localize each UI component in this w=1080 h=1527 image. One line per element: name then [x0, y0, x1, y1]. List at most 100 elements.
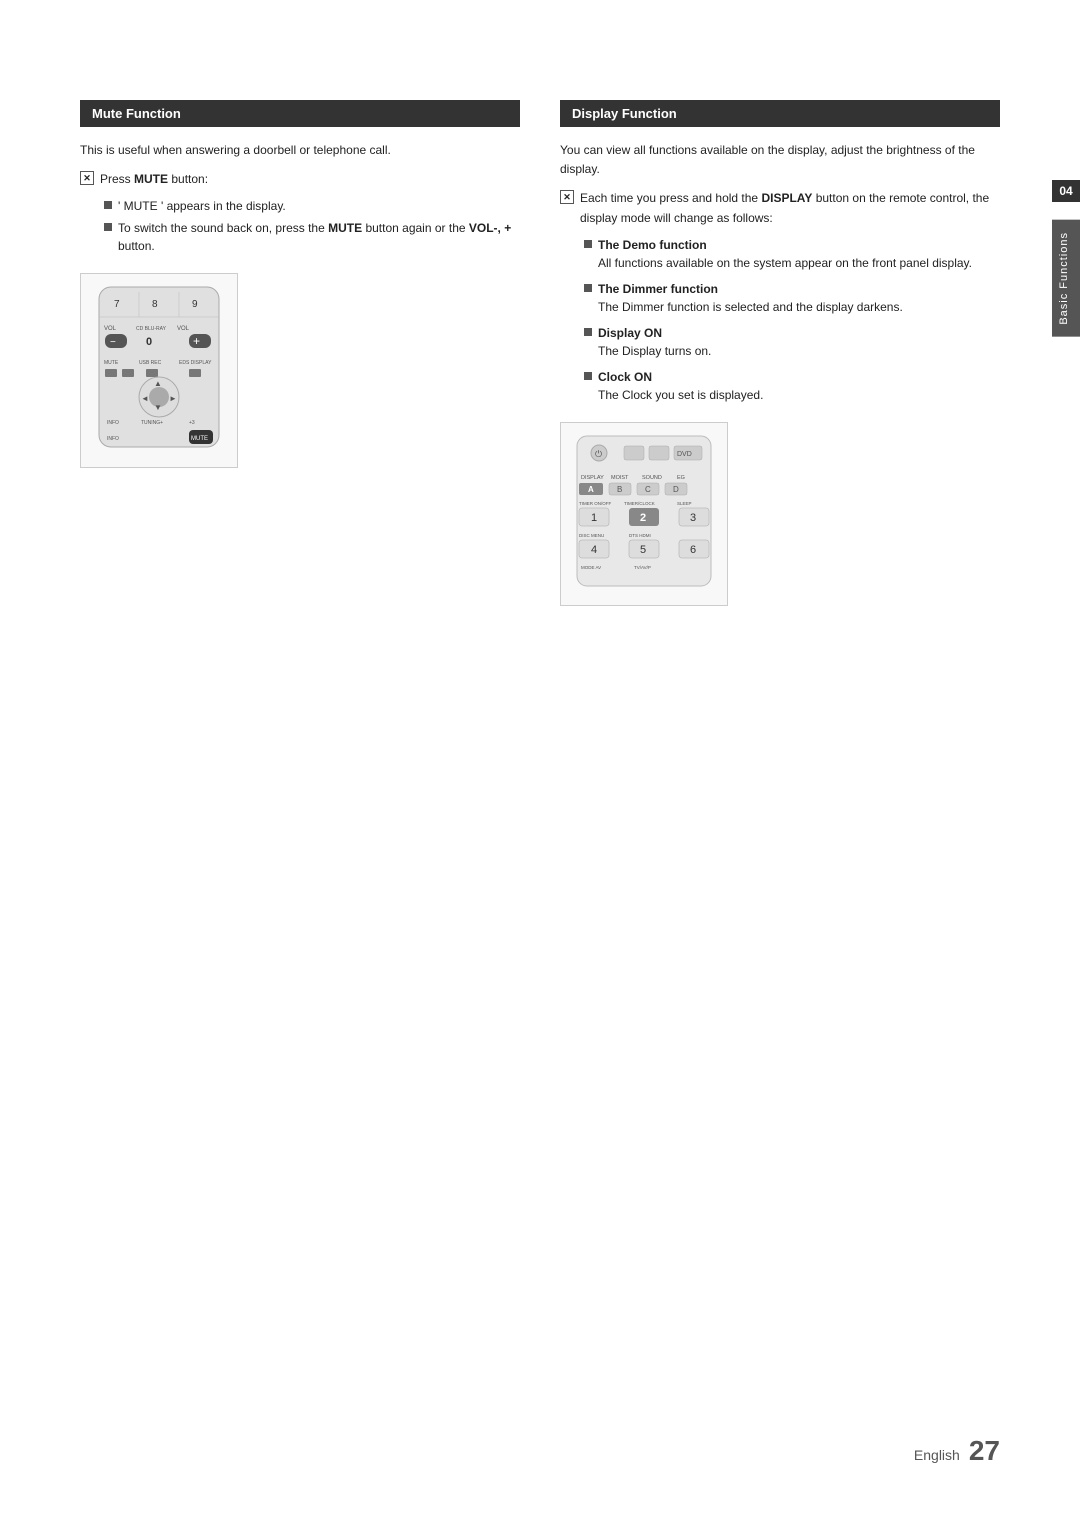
svg-text:USB REC: USB REC [139, 360, 162, 366]
display-section: Display Function You can view all functi… [560, 100, 1000, 606]
display-bold: DISPLAY [761, 191, 812, 205]
feature-demo-content: The Demo function All functions availabl… [598, 236, 972, 272]
feature-demo: The Demo function All functions availabl… [584, 236, 1000, 272]
display-on-desc: The Display turns on. [598, 344, 711, 358]
svg-text:SOUND: SOUND [642, 475, 662, 481]
svg-text:+3: +3 [189, 420, 195, 426]
dimmer-title: The Dimmer function [598, 282, 718, 296]
mute-section: Mute Function This is useful when answer… [80, 100, 520, 606]
clock-on-desc: The Clock you set is displayed. [598, 388, 763, 402]
svg-text:MUTE: MUTE [104, 360, 119, 366]
sub-bullet-1 [104, 201, 112, 209]
mute-step1-text: Press MUTE button: [100, 170, 208, 189]
svg-text:5: 5 [640, 544, 646, 556]
mute-sub-item-2: To switch the sound back on, press the M… [104, 219, 520, 255]
svg-text:►: ► [169, 394, 177, 403]
svg-text:+: + [193, 334, 200, 348]
chapter-label: Basic Functions [1052, 220, 1080, 337]
mute-section-body: This is useful when answering a doorbell… [80, 141, 520, 468]
svg-text:1: 1 [591, 512, 597, 524]
svg-text:DISPLAY: DISPLAY [581, 475, 604, 481]
mute-bold-2: MUTE [328, 221, 362, 235]
mute-step1: Press MUTE button: [80, 170, 520, 189]
feature-display-on: Display ON The Display turns on. [584, 324, 1000, 360]
svg-text:3: 3 [690, 512, 696, 524]
display-remote-image: ⏻ DVD DISPLAY MOIST SOUND EG A [560, 422, 728, 606]
svg-text:VOL: VOL [104, 326, 117, 332]
svg-text:6: 6 [690, 544, 696, 556]
bullet-demo [584, 240, 592, 248]
svg-text:MOIST: MOIST [611, 475, 629, 481]
mute-sub-item-1: ' MUTE ' appears in the display. [104, 197, 520, 215]
display-intro: You can view all functions available on … [560, 141, 1000, 179]
mute-section-header: Mute Function [80, 100, 520, 127]
svg-text:A: A [588, 485, 594, 494]
svg-text:VOL: VOL [177, 326, 190, 332]
svg-text:TIMER/CLOCK: TIMER/CLOCK [624, 501, 655, 506]
svg-text:TV/AV/P: TV/AV/P [634, 565, 651, 570]
svg-text:D: D [673, 485, 679, 494]
sub-bullet-2 [104, 223, 112, 231]
bullet-clock-on [584, 372, 592, 380]
bullet-display-on [584, 328, 592, 336]
mute-checkbox [80, 171, 94, 185]
display-step1: Each time you press and hold the DISPLAY… [560, 189, 1000, 227]
footer-text: English [914, 1447, 960, 1463]
demo-desc: All functions available on the system ap… [598, 256, 972, 270]
svg-text:⏻: ⏻ [595, 449, 602, 459]
feature-clock-on: Clock ON The Clock you set is displayed. [584, 368, 1000, 404]
svg-text:TIMER ON/OFF: TIMER ON/OFF [579, 501, 611, 506]
svg-text:EG: EG [677, 475, 685, 481]
feature-dimmer-content: The Dimmer function The Dimmer function … [598, 280, 903, 316]
chapter-number: 04 [1052, 180, 1080, 202]
display-step1-text: Each time you press and hold the DISPLAY… [580, 189, 1000, 227]
svg-text:2: 2 [640, 512, 646, 524]
svg-text:7: 7 [114, 299, 120, 310]
mute-remote-image: 7 8 9 VOL VOL CD BLU-RAY − [80, 273, 238, 467]
footer-page: 27 [969, 1435, 1000, 1466]
svg-text:−: − [110, 337, 116, 348]
display-section-header: Display Function [560, 100, 1000, 127]
svg-text:MUTE: MUTE [191, 436, 208, 442]
mute-sub-text-1: ' MUTE ' appears in the display. [118, 197, 286, 215]
display-features-list: The Demo function All functions availabl… [584, 236, 1000, 404]
content-columns: Mute Function This is useful when answer… [80, 100, 1000, 606]
svg-text:DVD: DVD [677, 451, 692, 458]
demo-title: The Demo function [598, 238, 707, 252]
display-section-body: You can view all functions available on … [560, 141, 1000, 606]
svg-text:▼: ▼ [154, 403, 162, 412]
svg-text:0: 0 [146, 336, 152, 348]
svg-text:C: C [645, 485, 651, 494]
svg-text:◄: ◄ [141, 394, 149, 403]
mute-sub-list: ' MUTE ' appears in the display. To swit… [104, 197, 520, 255]
svg-text:B: B [617, 485, 622, 494]
svg-text:MODE AV: MODE AV [581, 565, 601, 570]
display-on-title: Display ON [598, 326, 662, 340]
vol-bold: VOL-, + [469, 221, 511, 235]
svg-text:4: 4 [591, 544, 597, 556]
bullet-dimmer [584, 284, 592, 292]
svg-text:CD BLU-RAY: CD BLU-RAY [136, 326, 167, 332]
svg-text:▲: ▲ [154, 379, 162, 388]
svg-text:DTS HDMI: DTS HDMI [629, 533, 651, 538]
svg-text:TUNING+: TUNING+ [141, 420, 163, 426]
mute-intro: This is useful when answering a doorbell… [80, 141, 520, 160]
svg-text:EDS DISPLAY: EDS DISPLAY [179, 360, 212, 366]
svg-text:8: 8 [152, 299, 158, 310]
svg-text:SLEEP: SLEEP [677, 501, 692, 506]
display-remote-svg: ⏻ DVD DISPLAY MOIST SOUND EG A [569, 431, 719, 591]
svg-text:DISC MENU: DISC MENU [579, 533, 604, 538]
page-container: 04 Basic Functions Mute Function This is… [0, 0, 1080, 1527]
feature-dimmer: The Dimmer function The Dimmer function … [584, 280, 1000, 316]
svg-text:INFO: INFO [107, 436, 119, 442]
footer: English 27 [914, 1435, 1000, 1467]
feature-display-on-content: Display ON The Display turns on. [598, 324, 711, 360]
mute-remote-svg: 7 8 9 VOL VOL CD BLU-RAY − [89, 282, 229, 452]
display-checkbox [560, 190, 574, 204]
svg-text:9: 9 [192, 299, 198, 310]
clock-on-title: Clock ON [598, 370, 652, 384]
mute-sub-text-2: To switch the sound back on, press the M… [118, 219, 520, 255]
svg-text:INFO: INFO [107, 420, 119, 426]
dimmer-desc: The Dimmer function is selected and the … [598, 300, 903, 314]
mute-bold: MUTE [134, 172, 168, 186]
